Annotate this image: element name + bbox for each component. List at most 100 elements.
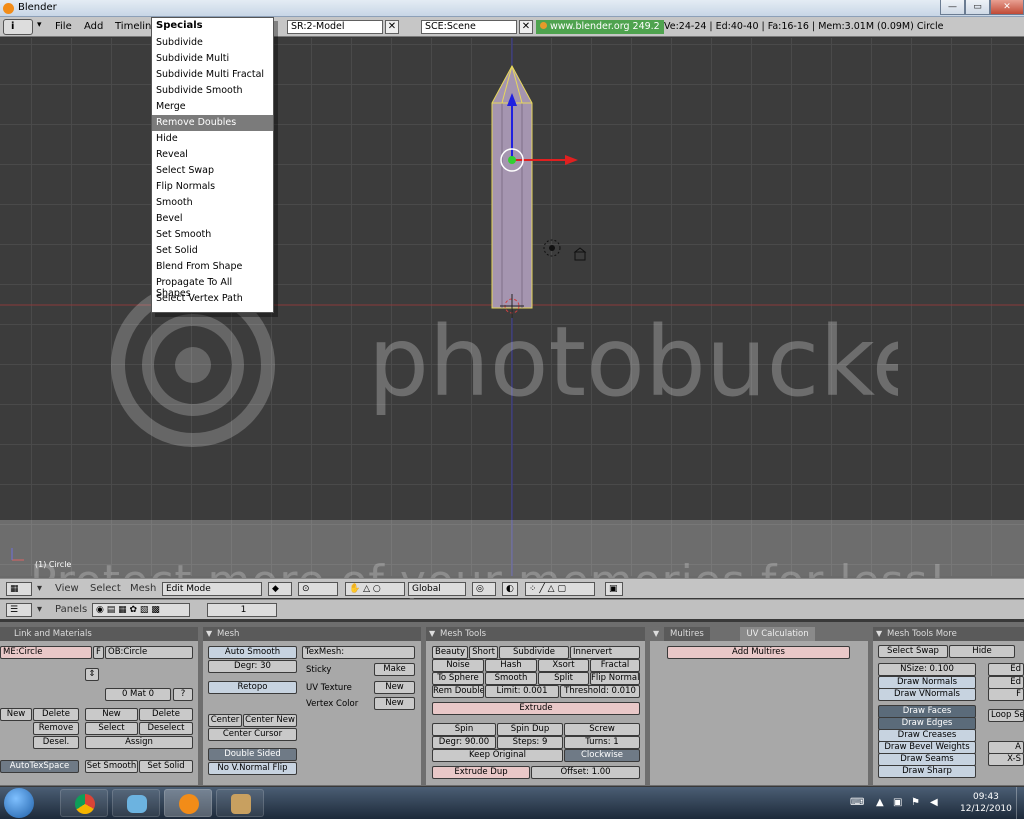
specials-item-merge[interactable]: Merge xyxy=(152,99,273,115)
subdivide-button[interactable]: Subdivide xyxy=(499,646,569,659)
collapse-menu-icon[interactable]: ▾ xyxy=(37,20,42,30)
messenger-taskbar-icon[interactable] xyxy=(112,789,160,817)
autotexspace-toggle[interactable]: AutoTexSpace xyxy=(0,760,79,773)
noise-button[interactable]: Noise xyxy=(432,659,484,672)
extrude-button[interactable]: Extrude xyxy=(432,702,640,715)
tab-multires[interactable]: Multires xyxy=(664,627,710,641)
vgroup-delete-button[interactable]: Delete xyxy=(33,708,79,721)
pivot-selector[interactable]: ⊙ xyxy=(298,582,338,596)
texmesh-field[interactable]: TexMesh: xyxy=(302,646,415,659)
scene-delete-button[interactable]: ✕ xyxy=(519,20,533,34)
draw-vnormals-toggle[interactable]: Draw VNormals xyxy=(878,688,976,701)
material-delete-button[interactable]: Delete xyxy=(139,708,193,721)
editor-type-grid-icon[interactable]: ▦ xyxy=(6,582,32,596)
panel-title[interactable]: ▼ Mesh Tools xyxy=(426,627,645,641)
select-mode-buttons[interactable]: ⁘ ╱ △ ▢ xyxy=(525,582,595,596)
vertex-color-new-button[interactable]: New xyxy=(374,697,415,710)
smooth-button[interactable]: Smooth xyxy=(485,672,537,685)
specials-item-hide[interactable]: Hide xyxy=(152,131,273,147)
specials-item-subdivide[interactable]: Subdivide xyxy=(152,35,273,51)
version-info[interactable]: www.blender.org 249.2 xyxy=(536,20,664,34)
x-s-button[interactable]: X-S xyxy=(988,753,1024,766)
uv-texture-new-button[interactable]: New xyxy=(374,681,415,694)
specials-item-blend-from-shape[interactable]: Blend From Shape xyxy=(152,259,273,275)
face-button[interactable]: F xyxy=(988,688,1024,701)
specials-item-select-swap[interactable]: Select Swap xyxy=(152,163,273,179)
spin-button[interactable]: Spin xyxy=(432,723,496,736)
editor-type-buttons-icon[interactable]: ☰ xyxy=(6,603,32,617)
mode-selector[interactable]: Edit Mode xyxy=(162,582,262,596)
chrome-taskbar-icon[interactable] xyxy=(60,789,108,817)
material-new-button[interactable]: New xyxy=(85,708,138,721)
hash-button[interactable]: Hash xyxy=(485,659,537,672)
system-clock[interactable]: 09:43 12/12/2010 xyxy=(960,791,1012,815)
mesh-name-field[interactable]: ME:Circle xyxy=(0,646,92,659)
network-icon[interactable]: ▣ xyxy=(893,797,902,808)
flip-normals-button[interactable]: Flip Normals xyxy=(590,672,640,685)
keep-original-toggle[interactable]: Keep Original xyxy=(432,749,563,762)
center-new-button[interactable]: Center New xyxy=(243,714,297,727)
specials-item-subdivide-multi[interactable]: Subdivide Multi xyxy=(152,51,273,67)
specials-item-set-smooth[interactable]: Set Smooth xyxy=(152,227,273,243)
screw-turns-field[interactable]: Turns: 1 xyxy=(564,736,640,749)
material-deselect-button[interactable]: Deselect xyxy=(139,722,193,735)
vgroup-remove-button[interactable]: Remove xyxy=(33,722,79,735)
start-button[interactable] xyxy=(4,788,34,818)
scene-field[interactable]: SCE:Scene xyxy=(421,20,517,34)
center-button[interactable]: Center xyxy=(208,714,242,727)
sticky-make-button[interactable]: Make xyxy=(374,663,415,676)
fake-user-button[interactable]: F xyxy=(93,646,104,659)
specials-item-flip-normals[interactable]: Flip Normals xyxy=(152,179,273,195)
edge-button-1[interactable]: Ed xyxy=(988,663,1024,676)
volume-icon[interactable]: ◀ xyxy=(930,797,938,808)
vgroup-desel-button[interactable]: Desel. xyxy=(33,736,79,749)
auto-smooth-toggle[interactable]: Auto Smooth xyxy=(208,646,297,659)
extrude-dup-button[interactable]: Extrude Dup xyxy=(432,766,530,779)
clockwise-toggle[interactable]: Clockwise xyxy=(564,749,640,762)
show-desktop-button[interactable] xyxy=(1016,787,1024,819)
material-select-button[interactable]: Select xyxy=(85,722,138,735)
screen-field[interactable]: SR:2-Model xyxy=(287,20,383,34)
menu-file[interactable]: File xyxy=(55,21,72,32)
spin-steps-field[interactable]: Steps: 9 xyxy=(497,736,563,749)
xsort-button[interactable]: Xsort xyxy=(538,659,589,672)
keyboard-icon[interactable]: ⌨ xyxy=(850,797,864,808)
specials-item-reveal[interactable]: Reveal xyxy=(152,147,273,163)
no-vnormal-flip-toggle[interactable]: No V.Normal Flip xyxy=(208,762,297,775)
rem-doubles-button[interactable]: Rem Doubles xyxy=(432,685,484,698)
innervert-selector[interactable]: Innervert xyxy=(570,646,640,659)
minimize-button[interactable]: — xyxy=(940,0,965,15)
select-swap-button[interactable]: Select Swap xyxy=(878,645,948,658)
specials-item-select-vertex-path[interactable]: Select Vertex Path xyxy=(152,291,273,307)
specials-item-bevel[interactable]: Bevel xyxy=(152,211,273,227)
menu-view[interactable]: View xyxy=(55,583,79,594)
maximize-button[interactable]: ▭ xyxy=(965,0,990,15)
offset-field[interactable]: Offset: 1.00 xyxy=(531,766,640,779)
collapse-icon[interactable]: ▾ xyxy=(37,583,42,594)
close-button[interactable]: ✕ xyxy=(990,0,1024,15)
panel-title[interactable]: ▼ Mesh xyxy=(203,627,421,641)
action-center-icon[interactable]: ⚑ xyxy=(911,797,920,808)
set-smooth-button[interactable]: Set Smooth xyxy=(85,760,138,773)
spin-dup-button[interactable]: Spin Dup xyxy=(497,723,563,736)
draw-sharp-toggle[interactable]: Draw Sharp xyxy=(878,765,976,778)
paint-taskbar-icon[interactable] xyxy=(216,789,264,817)
hide-button[interactable]: Hide xyxy=(949,645,1015,658)
panel-title[interactable]: Link and Materials xyxy=(0,627,198,641)
snap-icon[interactable]: ◐ xyxy=(502,582,518,596)
manipulator-toggles[interactable]: ✋ △ ○ xyxy=(345,582,405,596)
frame-field[interactable]: 1 xyxy=(207,603,277,617)
specials-item-propagate-to-all-shapes[interactable]: Propagate To All Shapes xyxy=(152,275,273,299)
material-assign-button[interactable]: Assign xyxy=(85,736,193,749)
screw-button[interactable]: Screw xyxy=(564,723,640,736)
menu-add[interactable]: Add xyxy=(84,21,103,32)
threshold-field[interactable]: Threshold: 0.010 xyxy=(560,685,640,698)
split-button[interactable]: Split xyxy=(538,672,589,685)
add-multires-button[interactable]: Add Multires xyxy=(667,646,850,659)
specials-item-subdivide-smooth[interactable]: Subdivide Smooth xyxy=(152,83,273,99)
collapse-icon[interactable]: ▾ xyxy=(37,604,42,615)
orientation-selector[interactable]: Global xyxy=(408,582,466,596)
short-toggle[interactable]: Short xyxy=(469,646,498,659)
blender-taskbar-icon[interactable] xyxy=(164,789,212,817)
tab-uv-calculation[interactable]: UV Calculation xyxy=(740,627,815,641)
